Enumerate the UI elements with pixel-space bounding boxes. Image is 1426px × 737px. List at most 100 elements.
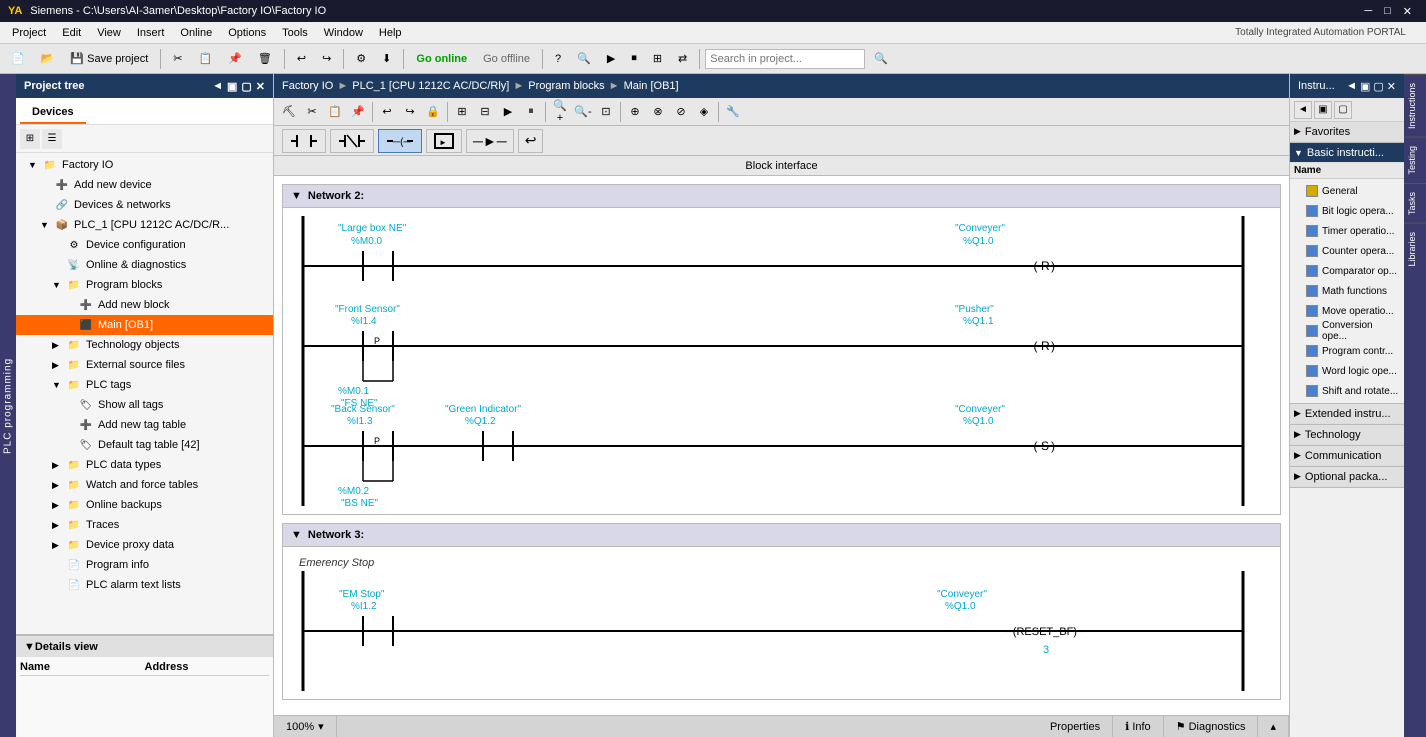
menu-tools[interactable]: Tools bbox=[274, 25, 316, 41]
et-insert-segment[interactable]: ⊞ bbox=[451, 101, 473, 123]
bc-part1[interactable]: Factory IO bbox=[282, 80, 333, 92]
technology-header[interactable]: ▶ Technology bbox=[1290, 425, 1404, 445]
go-online-button[interactable]: Go online bbox=[409, 48, 474, 70]
menu-help[interactable]: Help bbox=[371, 25, 410, 41]
et-fit[interactable]: ⊡ bbox=[595, 101, 617, 123]
tree-item[interactable]: ➕Add new tag table bbox=[16, 415, 273, 435]
tree-arrow[interactable]: ▼ bbox=[52, 380, 64, 390]
optional-packages-header[interactable]: ▶ Optional packa... bbox=[1290, 467, 1404, 487]
pt-close-btn[interactable]: ✕ bbox=[256, 80, 265, 93]
tree-item[interactable]: 📄Program info bbox=[16, 555, 273, 575]
ladder-canvas[interactable]: ▼ Network 2: bbox=[274, 176, 1289, 715]
et-btn17[interactable]: 🔧 bbox=[722, 101, 744, 123]
et-btn1[interactable]: ⛏ bbox=[278, 101, 300, 123]
network-3-arrow[interactable]: ▼ bbox=[291, 529, 302, 541]
tree-arrow[interactable]: ▶ bbox=[52, 500, 64, 511]
et-btn5[interactable]: ↩ bbox=[376, 101, 398, 123]
delete-button[interactable]: 🗑 bbox=[251, 48, 279, 70]
pt-back-btn[interactable]: ◄ bbox=[212, 80, 223, 93]
tree-item[interactable]: ▼📁PLC tags bbox=[16, 375, 273, 395]
open-button[interactable]: 📂 bbox=[34, 48, 62, 70]
lad-no-contact[interactable] bbox=[282, 129, 326, 153]
tree-arrow[interactable]: ▼ bbox=[40, 220, 52, 230]
diagnostics-tab[interactable]: ⚑ Diagnostics bbox=[1164, 716, 1259, 737]
compile-button[interactable]: ⚙ bbox=[349, 48, 373, 70]
extended-instructions-header[interactable]: ▶ Extended instru... bbox=[1290, 404, 1404, 424]
basic-instruction-item[interactable]: Word logic ope... bbox=[1290, 361, 1404, 381]
basic-instruction-item[interactable]: Conversion ope... bbox=[1290, 321, 1404, 341]
save-button[interactable]: 💾 Save project bbox=[63, 48, 155, 70]
menu-view[interactable]: View bbox=[89, 25, 129, 41]
ref-button[interactable]: 🔍 bbox=[570, 48, 598, 70]
tab-instructions[interactable]: Instructions bbox=[1404, 74, 1426, 137]
network-2-header[interactable]: ▼ Network 2: bbox=[282, 184, 1281, 208]
stop-sim-button[interactable]: ⏹ bbox=[624, 48, 644, 70]
tree-arrow[interactable]: ▶ bbox=[52, 540, 64, 551]
copy-button[interactable]: 📋 bbox=[191, 48, 219, 70]
properties-tab[interactable]: Properties bbox=[1038, 716, 1113, 737]
tab-tasks[interactable]: Tasks bbox=[1404, 183, 1426, 223]
tree-item[interactable]: 📄PLC alarm text lists bbox=[16, 575, 273, 595]
lad-box[interactable]: ► bbox=[426, 129, 462, 153]
tree-arrow[interactable]: ▶ bbox=[52, 360, 64, 371]
et-btn14[interactable]: ⊗ bbox=[647, 101, 669, 123]
help-button[interactable]: ? bbox=[548, 48, 568, 70]
network-3-header[interactable]: ▼ Network 3: bbox=[282, 523, 1281, 547]
tree-arrow[interactable]: ▶ bbox=[52, 340, 64, 351]
tree-item[interactable]: ⚙Device configuration bbox=[16, 235, 273, 255]
tree-item[interactable]: ▶📁Technology objects bbox=[16, 335, 273, 355]
et-btn9[interactable]: ⊟ bbox=[474, 101, 496, 123]
tree-arrow[interactable]: ▶ bbox=[52, 520, 64, 531]
menu-insert[interactable]: Insert bbox=[129, 25, 173, 41]
tree-item[interactable]: ➕Add new device bbox=[16, 175, 273, 195]
et-btn2[interactable]: ✂ bbox=[301, 101, 323, 123]
et-btn3[interactable]: 📋 bbox=[324, 101, 346, 123]
tree-item[interactable]: ▼📁Program blocks bbox=[16, 275, 273, 295]
info-tab[interactable]: ℹ Info bbox=[1113, 716, 1164, 737]
lad-coil[interactable]: ─(─ bbox=[378, 129, 422, 153]
basic-instruction-item[interactable]: Timer operatio... bbox=[1290, 221, 1404, 241]
search-input[interactable] bbox=[705, 49, 865, 69]
tree-arrow[interactable]: ▼ bbox=[28, 160, 40, 170]
start-sim-button[interactable]: ▶ bbox=[600, 48, 622, 70]
compare-button[interactable]: ⇄ bbox=[671, 48, 694, 70]
tab-libraries[interactable]: Libraries bbox=[1404, 223, 1426, 275]
tree-item[interactable]: ▶📁Watch and force tables bbox=[16, 475, 273, 495]
undo-button[interactable]: ↩ bbox=[290, 48, 313, 70]
download-button[interactable]: ⬇ bbox=[375, 48, 398, 70]
menu-edit[interactable]: Edit bbox=[54, 25, 89, 41]
tree-item[interactable]: 🏷Default tag table [42] bbox=[16, 435, 273, 455]
rp-back-btn[interactable]: ◄ bbox=[1346, 80, 1357, 93]
go-offline-button[interactable]: Go offline bbox=[476, 48, 537, 70]
details-view-header[interactable]: ▼ Details view bbox=[16, 635, 273, 657]
basic-instructions-header[interactable]: ▼ Basic instructi... bbox=[1290, 143, 1404, 163]
cut-button[interactable]: ✂ bbox=[166, 48, 189, 70]
tree-list-btn[interactable]: ☰ bbox=[42, 129, 62, 149]
tree-view-btn[interactable]: ⊞ bbox=[20, 129, 40, 149]
basic-instruction-item[interactable]: General bbox=[1290, 181, 1404, 201]
rp-close-btn[interactable]: ✕ bbox=[1387, 80, 1396, 93]
cross-ref-button[interactable]: ⊞ bbox=[646, 48, 669, 70]
et-btn16[interactable]: ◈ bbox=[693, 101, 715, 123]
new-button[interactable]: 📄 bbox=[4, 48, 32, 70]
et-zoom-out[interactable]: 🔍- bbox=[572, 101, 594, 123]
menu-project[interactable]: Project bbox=[4, 25, 54, 41]
tree-item[interactable]: ▶📁External source files bbox=[16, 355, 273, 375]
window-minimize[interactable]: ─ bbox=[1358, 5, 1378, 17]
basic-instruction-item[interactable]: Math functions bbox=[1290, 281, 1404, 301]
tree-item[interactable]: ▼📁Factory IO bbox=[16, 155, 273, 175]
bc-part4[interactable]: Main [OB1] bbox=[624, 80, 679, 92]
tree-arrow[interactable]: ▶ bbox=[52, 460, 64, 471]
menu-window[interactable]: Window bbox=[316, 25, 371, 41]
et-btn15[interactable]: ⊘ bbox=[670, 101, 692, 123]
et-btn7[interactable]: 🔒 bbox=[422, 101, 444, 123]
basic-instruction-item[interactable]: Program contr... bbox=[1290, 341, 1404, 361]
zoom-control[interactable]: 100% ▾ bbox=[274, 716, 337, 737]
bc-part3[interactable]: Program blocks bbox=[528, 80, 604, 92]
communication-header[interactable]: ▶ Communication bbox=[1290, 446, 1404, 466]
basic-instruction-item[interactable]: Comparator op... bbox=[1290, 261, 1404, 281]
tab-testing[interactable]: Testing bbox=[1404, 137, 1426, 183]
et-zoom-in[interactable]: 🔍+ bbox=[549, 101, 571, 123]
paste-button[interactable]: 📌 bbox=[221, 48, 249, 70]
tree-item[interactable]: ▼📦PLC_1 [CPU 1212C AC/DC/R... bbox=[16, 215, 273, 235]
